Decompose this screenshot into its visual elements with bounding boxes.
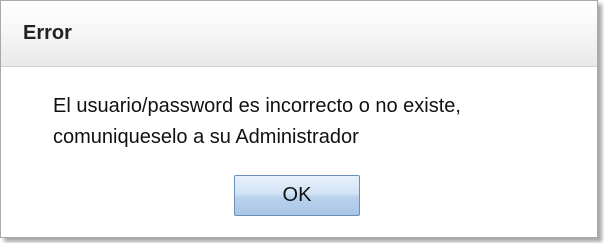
dialog-content: El usuario/password es incorrecto o no e… [1,67,597,153]
error-message-line-2: comuniqueselo a su Administrador [53,126,359,148]
dialog-titlebar[interactable]: Error [1,1,597,67]
dialog-title: Error [23,22,72,44]
dialog-button-row: OK [1,175,597,216]
ok-button[interactable]: OK [234,175,360,216]
error-dialog: Error El usuario/password es incorrecto … [0,0,598,238]
error-message: El usuario/password es incorrecto o no e… [53,91,597,153]
error-message-line-1: El usuario/password es incorrecto o no e… [53,95,461,117]
